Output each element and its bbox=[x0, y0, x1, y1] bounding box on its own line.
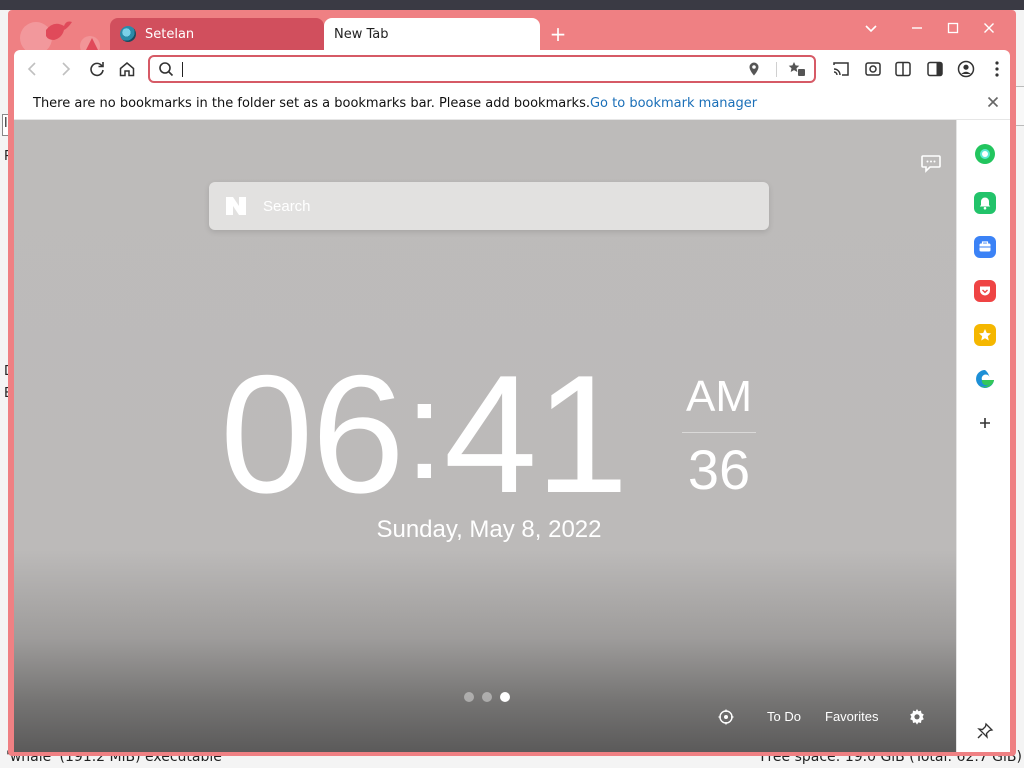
bookmark-bar-message: There are no bookmarks in the folder set… bbox=[33, 96, 757, 111]
desktop-top-bar bbox=[0, 0, 1024, 10]
sidebar-add-button[interactable] bbox=[974, 412, 996, 434]
settings-button[interactable] bbox=[908, 708, 926, 733]
address-bar[interactable] bbox=[148, 55, 816, 83]
profile-icon bbox=[957, 60, 975, 78]
wallet-icon bbox=[979, 241, 991, 252]
clock-date: Sunday, May 8, 2022 bbox=[376, 516, 602, 543]
search-icon bbox=[159, 62, 174, 77]
tab-new-tab[interactable]: New Tab bbox=[324, 18, 540, 50]
sidebar-item-notifications[interactable] bbox=[974, 192, 996, 214]
favorites-star-icon bbox=[979, 329, 991, 341]
gear-icon bbox=[910, 709, 924, 725]
back-icon bbox=[27, 62, 36, 76]
sidebar-icon bbox=[927, 61, 943, 77]
home-button[interactable] bbox=[116, 58, 138, 80]
sidebar-item-whale-space[interactable] bbox=[974, 143, 996, 165]
close-window-button[interactable] bbox=[976, 18, 1002, 40]
cast-icon bbox=[833, 62, 849, 76]
new-tab-button[interactable]: + bbox=[548, 24, 568, 44]
tab-label: New Tab bbox=[334, 26, 389, 42]
close-icon bbox=[984, 23, 994, 33]
target-icon bbox=[718, 709, 734, 725]
clock-divider bbox=[682, 432, 756, 433]
chat-bubble-icon[interactable] bbox=[920, 152, 942, 174]
no-bookmarks-text: There are no bookmarks in the folder set… bbox=[33, 96, 590, 111]
extensions-icon[interactable] bbox=[788, 60, 806, 78]
profile-button[interactable] bbox=[955, 58, 977, 80]
setelan-favicon-icon bbox=[120, 26, 136, 42]
tab-strip: Setelan New Tab + bbox=[8, 10, 1016, 50]
page-dot-active[interactable] bbox=[500, 692, 510, 702]
sidebar-item-edge[interactable] bbox=[974, 368, 996, 390]
chevron-down-icon bbox=[865, 25, 877, 33]
browser-window: Setelan New Tab + There are no bookmarks… bbox=[8, 10, 1016, 756]
forward-icon bbox=[62, 62, 71, 76]
pin-icon bbox=[977, 722, 994, 739]
page-dot[interactable] bbox=[464, 692, 474, 702]
new-tab-page: Search 06:41 AM 36 Sunday, May 8, 2022 T… bbox=[14, 120, 956, 752]
clock-colon: : bbox=[404, 351, 444, 508]
home-icon bbox=[119, 62, 135, 77]
tab-label: Setelan bbox=[145, 26, 195, 42]
add-icon bbox=[980, 418, 990, 428]
sidebar-pin-button[interactable] bbox=[974, 720, 996, 742]
forward-button[interactable] bbox=[54, 58, 76, 80]
favorites-button[interactable]: Favorites bbox=[825, 706, 878, 728]
page-dot[interactable] bbox=[482, 692, 492, 702]
clock-time: 06:41 bbox=[220, 350, 629, 528]
screenshot-button[interactable] bbox=[862, 58, 884, 80]
omnibox-divider bbox=[776, 62, 777, 77]
whale-sidebar bbox=[956, 120, 1010, 752]
reload-icon bbox=[90, 62, 104, 77]
back-button[interactable] bbox=[22, 58, 44, 80]
todo-button[interactable]: To Do bbox=[767, 706, 801, 728]
tab-setelan[interactable]: Setelan bbox=[110, 18, 324, 50]
bookmark-bar-close-button[interactable] bbox=[984, 94, 1002, 112]
location-icon[interactable] bbox=[746, 61, 762, 77]
search-placeholder[interactable]: Search bbox=[263, 198, 311, 215]
screenshot-icon bbox=[865, 62, 881, 76]
menu-icon bbox=[995, 61, 999, 77]
minimize-button[interactable] bbox=[904, 18, 930, 40]
sidebar-item-favorites[interactable] bbox=[974, 324, 996, 346]
split-view-icon bbox=[895, 61, 911, 77]
sidebar-item-wallet[interactable] bbox=[974, 236, 996, 258]
bookmark-bar: There are no bookmarks in the folder set… bbox=[14, 88, 1010, 120]
whale-space-icon bbox=[975, 144, 995, 164]
naver-logo-icon bbox=[226, 197, 246, 215]
browser-toolbar bbox=[14, 50, 1010, 88]
edge-icon bbox=[976, 370, 994, 388]
sidebar-toggle-button[interactable] bbox=[924, 58, 946, 80]
notification-icon bbox=[979, 197, 991, 210]
maximize-icon bbox=[947, 22, 959, 34]
reload-button[interactable] bbox=[86, 58, 108, 80]
bookmark-manager-link[interactable]: Go to bookmark manager bbox=[590, 96, 757, 111]
pocket-icon bbox=[980, 286, 990, 296]
text-caret bbox=[182, 62, 183, 77]
menu-button[interactable] bbox=[986, 58, 1008, 80]
cast-button[interactable] bbox=[830, 58, 852, 80]
split-view-button[interactable] bbox=[892, 58, 914, 80]
clock-minutes: 41 bbox=[443, 340, 629, 528]
maximize-button[interactable] bbox=[940, 18, 966, 40]
page-indicator bbox=[464, 692, 510, 702]
sidebar-item-pocket[interactable] bbox=[974, 280, 996, 302]
minimize-icon bbox=[912, 27, 922, 29]
background-settings-button[interactable] bbox=[718, 709, 734, 732]
clock-seconds: 36 bbox=[687, 438, 751, 501]
close-icon bbox=[987, 96, 999, 108]
whale-logo-art-icon bbox=[20, 21, 100, 50]
tab-search-button[interactable] bbox=[858, 18, 884, 40]
clock-hours: 06 bbox=[220, 340, 405, 528]
naver-search-box[interactable]: Search bbox=[209, 182, 769, 230]
clock-ampm: AM bbox=[686, 372, 752, 421]
